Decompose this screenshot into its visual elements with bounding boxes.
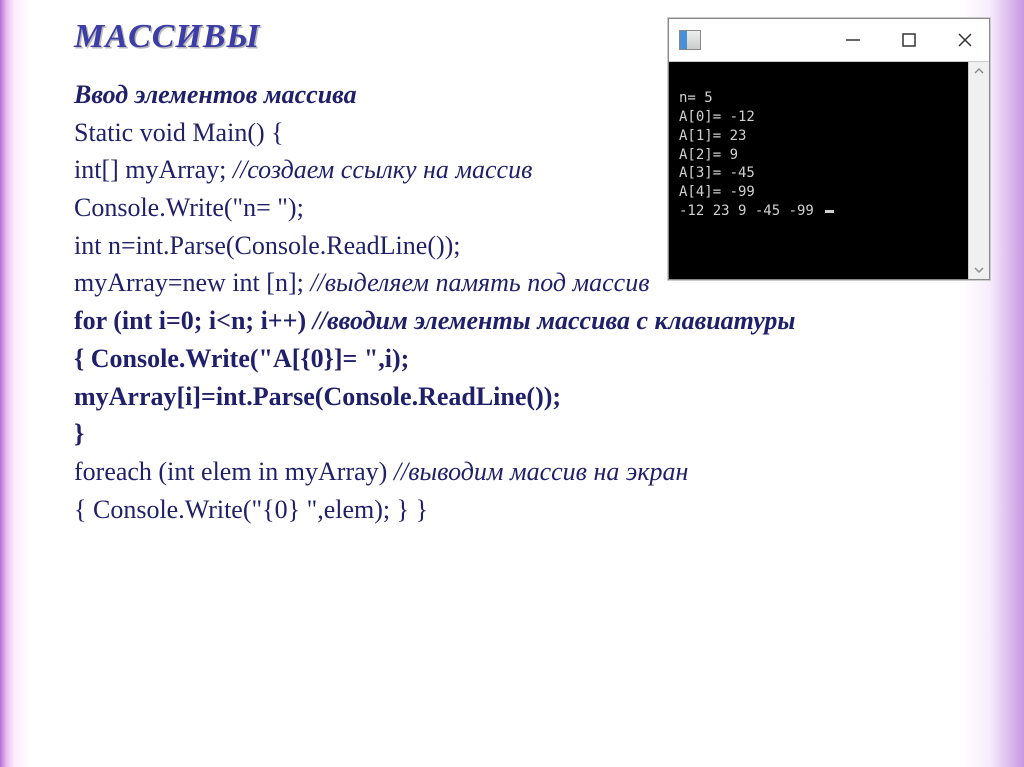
app-icon bbox=[679, 30, 701, 50]
code-line: { Console.Write("{0} ",elem); } } bbox=[74, 491, 994, 529]
code-line: myArray[i]=int.Parse(Console.ReadLine())… bbox=[74, 378, 994, 416]
console-window: n= 5 A[0]= -12 A[1]= 23 A[2]= 9 A[3]= -4… bbox=[668, 18, 990, 280]
scroll-up-icon[interactable] bbox=[969, 62, 989, 80]
code-line: { Console.Write("A[{0}]= ",i); bbox=[74, 340, 994, 378]
code-comment: //вводим элементы массива с клавиатуры bbox=[313, 306, 796, 335]
slide-container: МАССИВЫ n= 5 A[0]= -12 A[1]= 23 A[2]= 9 … bbox=[0, 0, 1024, 767]
window-titlebar bbox=[669, 19, 989, 62]
window-buttons bbox=[837, 26, 985, 54]
close-button[interactable] bbox=[949, 26, 981, 54]
code-text: for (int i=0; i<n; i++) bbox=[74, 306, 313, 335]
cursor-icon bbox=[825, 210, 834, 213]
code-comment: //выделяем память под массив bbox=[310, 268, 649, 297]
code-comment: //создаем ссылку на массив bbox=[233, 155, 533, 184]
titlebar-left bbox=[679, 30, 701, 50]
code-text: myArray=new int [n]; bbox=[74, 268, 310, 297]
console-output: n= 5 A[0]= -12 A[1]= 23 A[2]= 9 A[3]= -4… bbox=[669, 62, 989, 279]
code-line: foreach (int elem in myArray) //выводим … bbox=[74, 453, 994, 491]
code-text: foreach (int elem in myArray) bbox=[74, 457, 394, 486]
console-line: A[1]= 23 bbox=[679, 128, 746, 144]
console-line: A[3]= -45 bbox=[679, 165, 755, 181]
console-line: A[4]= -99 bbox=[679, 184, 755, 200]
code-text: int[] myArray; bbox=[74, 155, 233, 184]
code-line: for (int i=0; i<n; i++) //вводим элемент… bbox=[74, 302, 994, 340]
scrollbar[interactable] bbox=[968, 62, 989, 279]
code-comment: //выводим массив на экран bbox=[394, 457, 689, 486]
minimize-button[interactable] bbox=[837, 26, 869, 54]
maximize-button[interactable] bbox=[893, 26, 925, 54]
console-line: n= 5 bbox=[679, 90, 713, 106]
console-line: A[0]= -12 bbox=[679, 109, 755, 125]
scroll-down-icon[interactable] bbox=[969, 261, 989, 279]
console-line: -12 23 9 -45 -99 bbox=[679, 203, 822, 219]
code-line: } bbox=[74, 415, 994, 453]
console-line: A[2]= 9 bbox=[679, 147, 738, 163]
